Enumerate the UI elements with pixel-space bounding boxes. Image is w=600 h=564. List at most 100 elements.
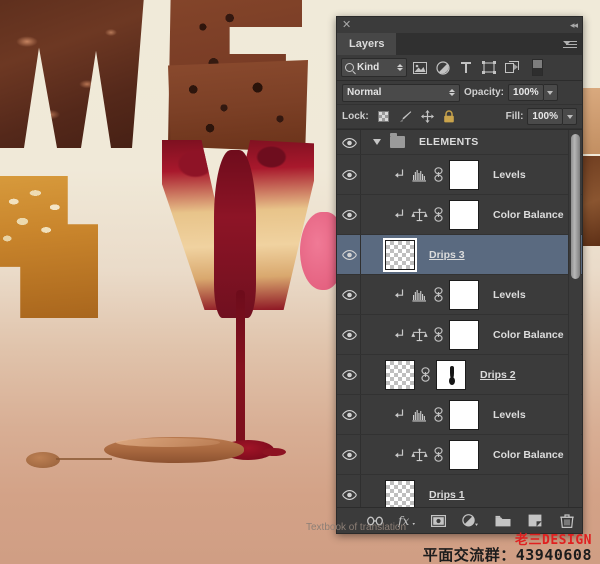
layer-mask-thumbnail[interactable] bbox=[449, 399, 479, 430]
layer-name: Levels bbox=[493, 168, 526, 181]
layer-visibility-toggle[interactable] bbox=[337, 275, 361, 314]
filter-kind-label: Kind bbox=[357, 62, 380, 73]
new-group-icon[interactable] bbox=[494, 512, 512, 530]
layer-row[interactable]: Levels bbox=[337, 395, 582, 435]
lock-buttons-group bbox=[377, 110, 456, 123]
folder-icon bbox=[390, 133, 405, 148]
tabstrip-empty-area bbox=[396, 33, 582, 55]
lock-fill-row: Lock: Fill: 100% bbox=[337, 105, 582, 129]
filter-kind-select[interactable]: Kind bbox=[341, 58, 407, 77]
chevron-down-icon[interactable] bbox=[373, 139, 381, 145]
color-balance-adjustment-icon bbox=[411, 447, 428, 462]
layer-name: Levels bbox=[493, 288, 526, 301]
layer-visibility-toggle[interactable] bbox=[337, 355, 361, 394]
layer-row[interactable]: Levels bbox=[337, 275, 582, 315]
levels-adjustment-icon bbox=[411, 407, 428, 422]
layer-thumbnail[interactable] bbox=[385, 359, 415, 390]
red-syrup-splash bbox=[262, 448, 286, 456]
scrollbar-thumb[interactable] bbox=[571, 134, 580, 279]
layer-row-body: Color Balance bbox=[361, 435, 582, 474]
filter-toggle-icon[interactable] bbox=[527, 58, 547, 77]
new-adjustment-layer-icon[interactable] bbox=[462, 512, 480, 530]
tab-layers[interactable]: Layers bbox=[337, 33, 397, 55]
layer-visibility-toggle[interactable] bbox=[337, 435, 361, 474]
layer-mask-thumbnail[interactable] bbox=[449, 159, 479, 190]
layer-name: Levels bbox=[493, 408, 526, 421]
chevron-down-icon[interactable] bbox=[543, 84, 558, 101]
layer-name: Drips 1 bbox=[429, 488, 465, 501]
panel-tabstrip: Layers bbox=[337, 33, 582, 55]
lock-image-pixels-brush-icon[interactable] bbox=[399, 110, 412, 123]
layer-mask-thumbnail[interactable] bbox=[449, 279, 479, 310]
lock-transparent-pixels-icon[interactable] bbox=[377, 110, 390, 123]
layer-visibility-toggle[interactable] bbox=[337, 475, 361, 507]
blend-opacity-row: Normal Opacity: 100% bbox=[337, 81, 582, 105]
lock-all-icon[interactable] bbox=[443, 110, 456, 123]
lock-position-move-icon[interactable] bbox=[420, 110, 434, 123]
mask-link-icon[interactable] bbox=[434, 327, 443, 342]
layer-visibility-toggle[interactable] bbox=[337, 235, 361, 274]
layer-row[interactable]: Levels bbox=[337, 155, 582, 195]
layer-row[interactable]: Drips 1 bbox=[337, 475, 582, 507]
mask-link-icon[interactable] bbox=[434, 447, 443, 462]
add-layer-mask-icon[interactable] bbox=[430, 512, 448, 530]
eye-icon bbox=[341, 290, 357, 300]
collapse-to-icons-icon[interactable]: ◂◂ bbox=[570, 20, 578, 31]
layer-row[interactable]: ELEMENTS bbox=[337, 130, 582, 155]
layer-mask-thumbnail[interactable] bbox=[449, 199, 479, 230]
mask-link-icon[interactable] bbox=[434, 207, 443, 222]
filter-pixel-icon[interactable] bbox=[410, 58, 430, 77]
layer-row[interactable]: Drips 2 bbox=[337, 355, 582, 395]
layer-row[interactable]: Color Balance bbox=[337, 195, 582, 235]
layer-name: Color Balance bbox=[493, 448, 564, 461]
layer-row-body: Levels bbox=[361, 275, 582, 314]
layer-row[interactable]: Color Balance bbox=[337, 435, 582, 475]
layer-visibility-toggle[interactable] bbox=[337, 195, 361, 234]
filter-type-icon[interactable] bbox=[456, 58, 476, 77]
fill-control[interactable]: 100% bbox=[527, 108, 577, 125]
panel-menu-icon[interactable] bbox=[563, 38, 577, 50]
layer-visibility-toggle[interactable] bbox=[337, 155, 361, 194]
mask-link-icon[interactable] bbox=[434, 407, 443, 422]
layer-list[interactable]: ELEMENTS Levels Color Balance Drips 3 Levels… bbox=[337, 129, 582, 507]
fill-input[interactable]: 100% bbox=[527, 108, 563, 125]
opacity-control[interactable]: 100% bbox=[508, 84, 558, 101]
qq-group-watermark: 平面交流群：43940608 bbox=[422, 546, 592, 564]
mask-link-icon[interactable] bbox=[421, 367, 430, 382]
layer-row-body: Levels bbox=[361, 155, 582, 194]
blend-mode-select[interactable]: Normal bbox=[342, 83, 460, 102]
layer-mask-thumbnail[interactable] bbox=[449, 439, 479, 470]
opacity-input[interactable]: 100% bbox=[508, 84, 544, 101]
mask-link-icon[interactable] bbox=[434, 287, 443, 302]
layer-name: Drips 2 bbox=[480, 368, 516, 381]
layer-visibility-toggle[interactable] bbox=[337, 395, 361, 434]
layer-visibility-toggle[interactable] bbox=[337, 130, 361, 154]
layer-group-name: ELEMENTS bbox=[419, 136, 479, 148]
eye-icon bbox=[341, 137, 357, 148]
filter-smart-object-icon[interactable] bbox=[502, 58, 522, 77]
filter-shape-icon[interactable] bbox=[479, 58, 499, 77]
new-layer-icon[interactable] bbox=[526, 512, 544, 530]
layer-mask-thumbnail[interactable] bbox=[436, 359, 466, 390]
eye-icon bbox=[341, 410, 357, 420]
layers-panel: ✕ ◂◂ Layers Kind Normal Opacity: 100% Lo… bbox=[336, 16, 583, 534]
layer-thumbnail[interactable] bbox=[385, 479, 415, 507]
panel-menu-caret-icon bbox=[563, 41, 571, 45]
layer-row[interactable]: Drips 3 bbox=[337, 235, 582, 275]
chocolate-small-blob bbox=[26, 452, 60, 468]
layer-thumbnail[interactable] bbox=[383, 237, 417, 272]
layer-mask-thumbnail[interactable] bbox=[449, 319, 479, 350]
filter-adjustment-icon[interactable] bbox=[433, 58, 453, 77]
chevron-down-icon[interactable] bbox=[563, 108, 577, 125]
layer-row[interactable]: Color Balance bbox=[337, 315, 582, 355]
delete-layer-icon[interactable] bbox=[558, 512, 576, 530]
layer-row-body: Levels bbox=[361, 395, 582, 434]
eye-icon bbox=[341, 330, 357, 340]
close-icon[interactable]: ✕ bbox=[342, 19, 351, 31]
mask-link-icon[interactable] bbox=[434, 167, 443, 182]
chocolate-letter-e-bottom bbox=[168, 60, 308, 152]
red-syrup-drip-stream bbox=[236, 290, 245, 452]
layer-row-body: Color Balance bbox=[361, 195, 582, 234]
layer-list-scrollbar[interactable] bbox=[568, 130, 581, 507]
layer-visibility-toggle[interactable] bbox=[337, 315, 361, 354]
